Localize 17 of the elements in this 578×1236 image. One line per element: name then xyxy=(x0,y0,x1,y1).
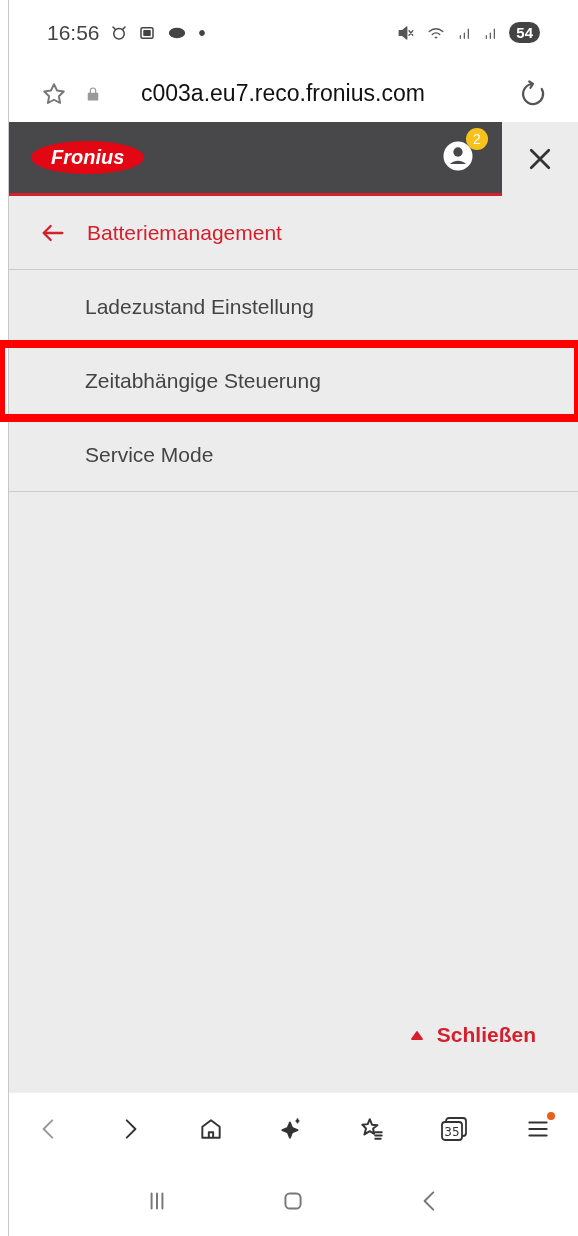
close-link[interactable]: Schließen xyxy=(404,1022,542,1048)
mute-icon xyxy=(397,23,416,42)
dot-icon xyxy=(197,28,206,37)
back-link[interactable]: Batteriemanagement xyxy=(9,196,578,270)
clock: 16:56 xyxy=(47,20,100,45)
star-list-icon xyxy=(359,1116,386,1142)
notification-badge: 2 xyxy=(466,127,488,150)
caret-up-icon xyxy=(410,1030,423,1040)
user-icon[interactable] xyxy=(442,139,474,172)
address-bar[interactable]: c003a.eu7.reco.fronius.com xyxy=(141,80,500,107)
lock-icon xyxy=(85,84,101,103)
menu-item[interactable]: Ladezustand Einstellung xyxy=(9,270,578,344)
logo[interactable]: Fronius xyxy=(31,141,145,174)
alarm-icon xyxy=(109,23,128,42)
battery-icon: 54 xyxy=(509,22,540,43)
menu-item[interactable]: Service Mode xyxy=(9,418,578,492)
star-icon[interactable] xyxy=(41,80,67,107)
